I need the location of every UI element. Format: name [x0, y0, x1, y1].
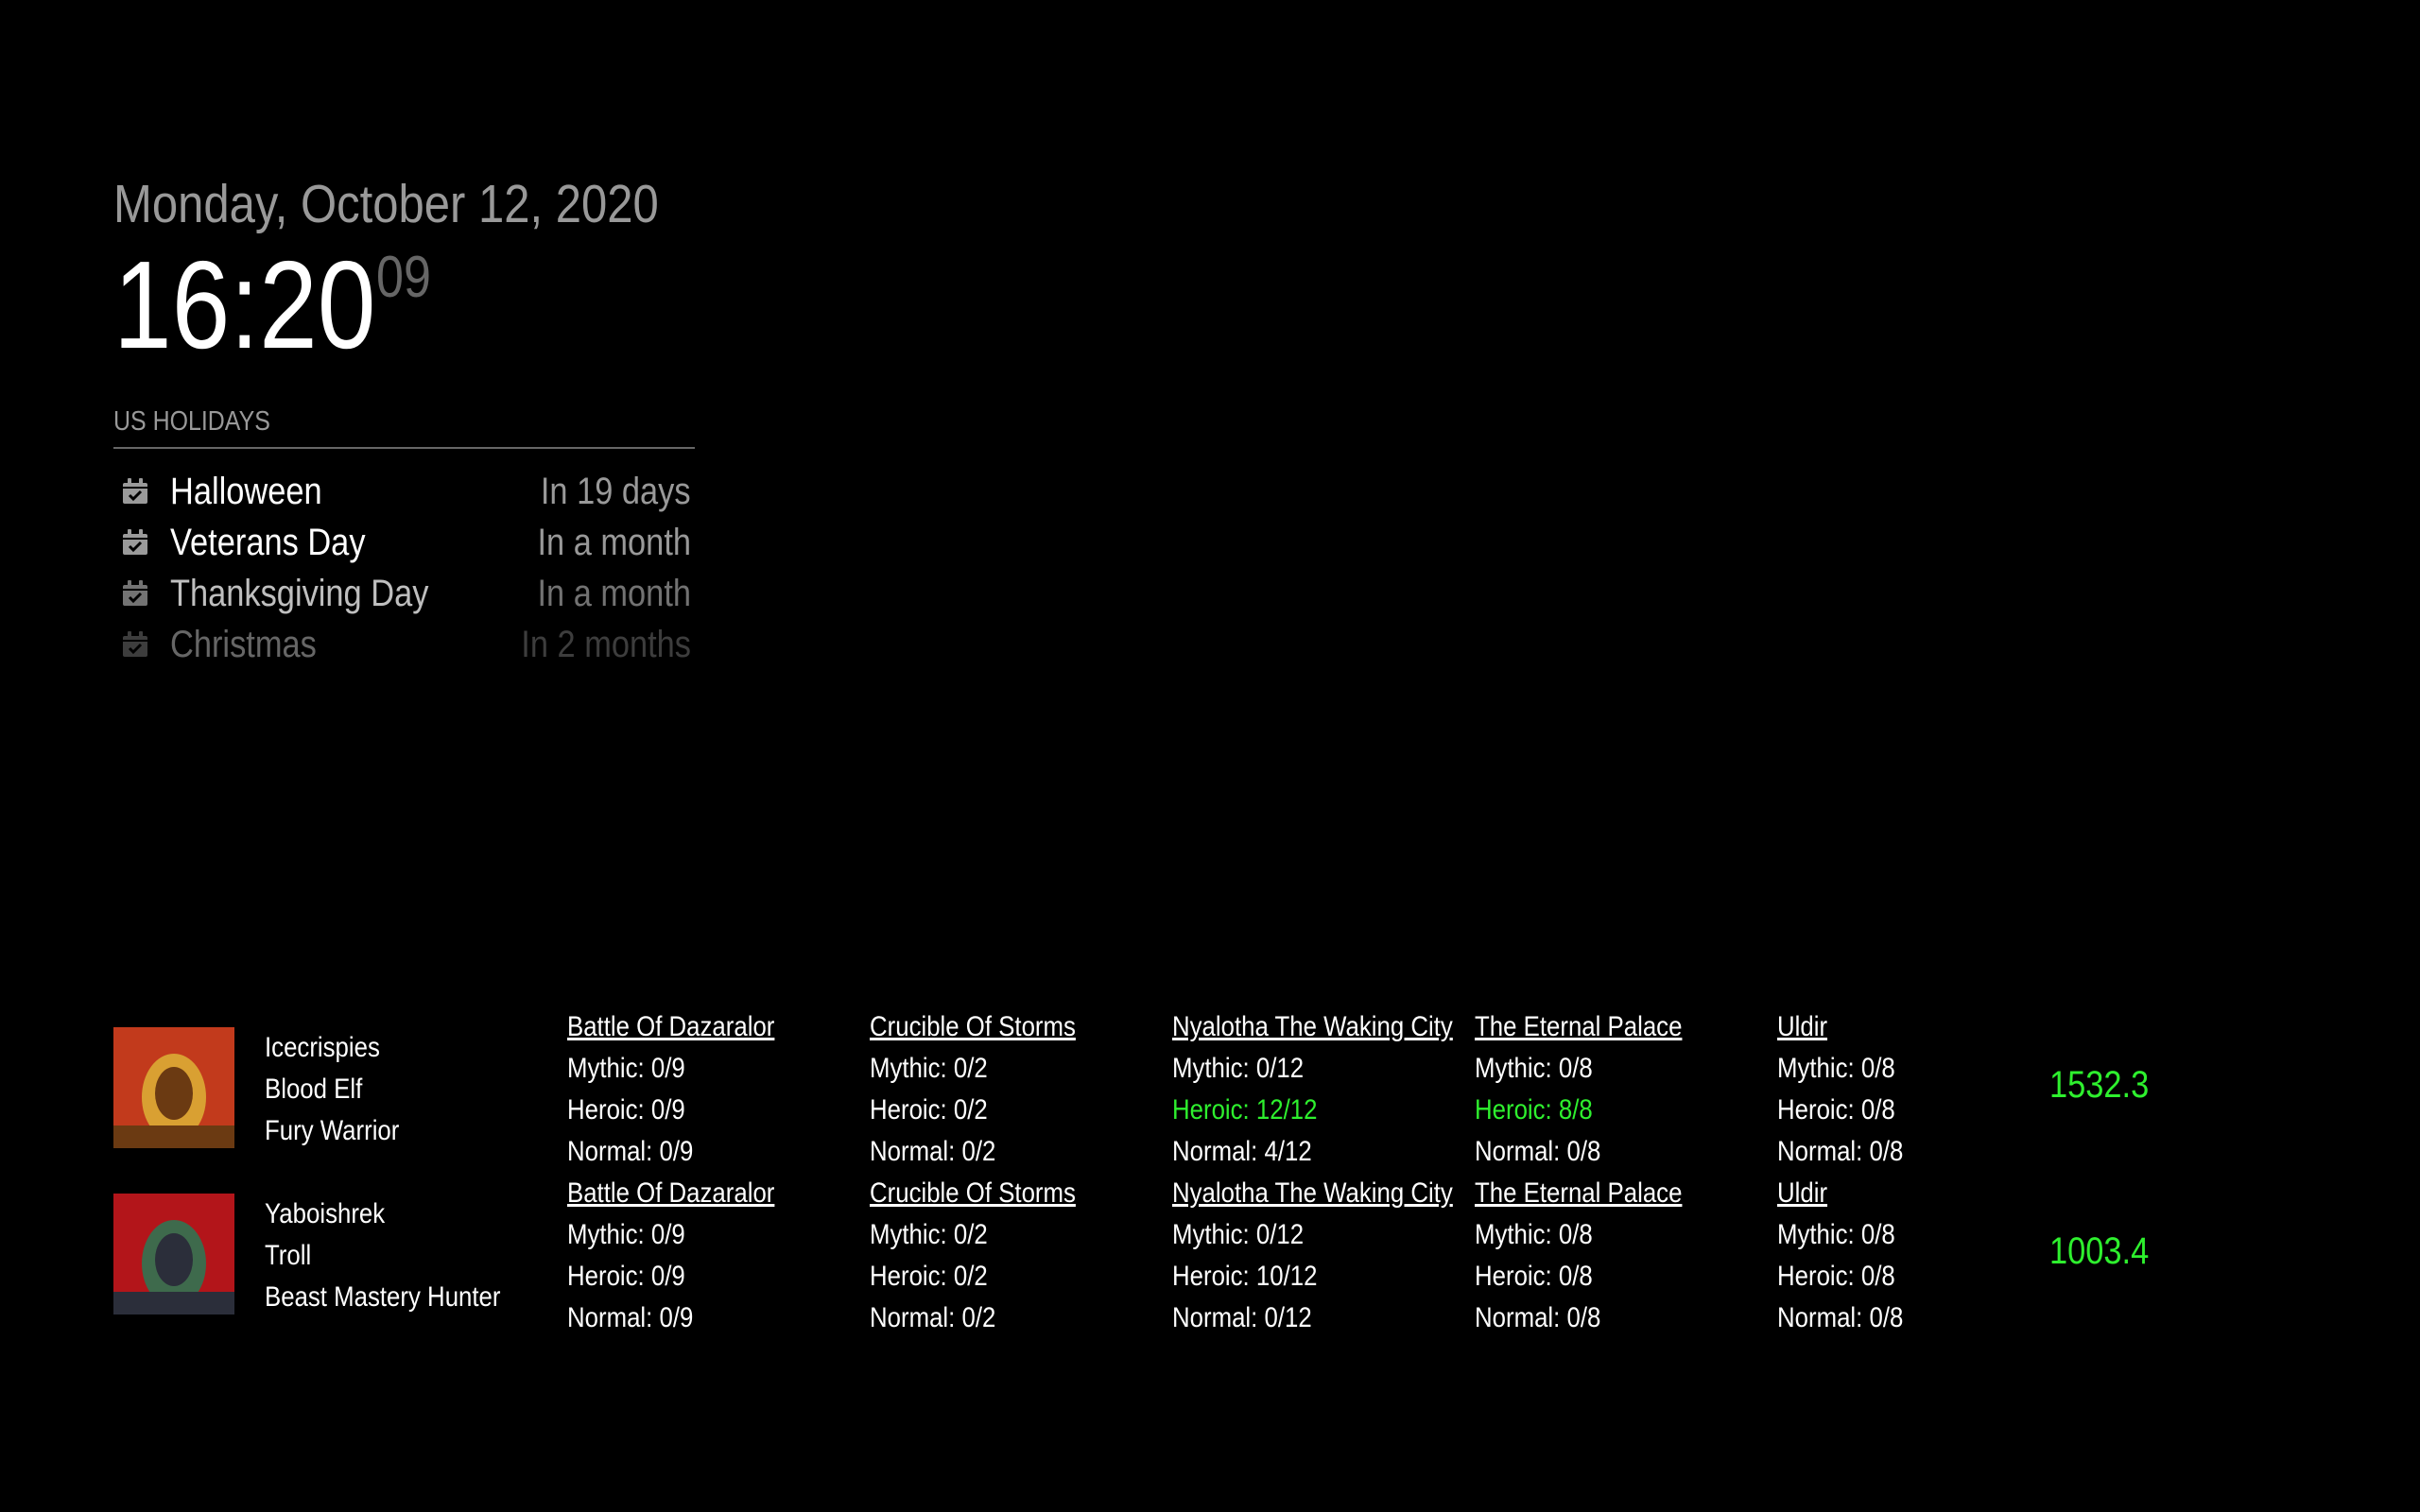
mythic-plus-score: 1003.4	[2049, 1230, 2150, 1272]
holiday-countdown: In a month	[537, 521, 691, 563]
raid-heroic-progress: Heroic: 10/12	[1172, 1261, 1318, 1292]
raid-column: Crucible Of Storms Mythic: 0/2 Heroic: 0/2…	[870, 1173, 1109, 1339]
raid-mythic-progress: Mythic: 0/8	[1475, 1219, 1593, 1250]
raid-heroic-progress: Heroic: 0/9	[567, 1094, 685, 1125]
raid-mythic-progress: Mythic: 0/12	[1172, 1053, 1305, 1084]
character-race: Troll	[265, 1240, 312, 1271]
holiday-title: Thanksgiving Day	[170, 572, 429, 614]
raid-column: The Eternal Palace Mythic: 0/8 Heroic: 8/8…	[1475, 1006, 1716, 1173]
character-avatar	[113, 1027, 234, 1148]
raid-link[interactable]: Uldir	[1777, 1006, 1903, 1048]
raid-heroic-progress: Heroic: 0/8	[1475, 1261, 1593, 1292]
raid-normal-progress: Normal: 0/2	[870, 1136, 996, 1167]
raid-column: Crucible Of Storms Mythic: 0/2 Heroic: 0/2…	[870, 1006, 1109, 1173]
character-row: Yaboishrek Troll Beast Mastery Hunter Battl…	[113, 1173, 2193, 1339]
raid-mythic-progress: Mythic: 0/8	[1475, 1053, 1593, 1084]
holiday-event: Halloween In 19 days	[113, 466, 695, 517]
holiday-event: Thanksgiving Day In a month	[113, 568, 695, 619]
raid-link[interactable]: Nyalotha The Waking City	[1172, 1006, 1453, 1048]
raid-column: Nyalotha The Waking City Mythic: 0/12 Hero…	[1172, 1173, 1498, 1339]
raid-link[interactable]: The Eternal Palace	[1475, 1173, 1682, 1214]
raid-column: The Eternal Palace Mythic: 0/8 Heroic: 0/8…	[1475, 1173, 1716, 1339]
clock-hours-minutes: 16:20	[113, 235, 376, 374]
calendar-header: US HOLIDAYS	[113, 406, 695, 449]
character-race: Blood Elf	[265, 1074, 363, 1105]
holiday-title: Veterans Day	[170, 521, 366, 563]
raid-column: Battle Of Dazaralor Mythic: 0/9 Heroic: 0/…	[567, 1006, 808, 1173]
raid-mythic-progress: Mythic: 0/8	[1777, 1219, 1895, 1250]
character-name: Icecrispies	[265, 1032, 380, 1063]
raid-normal-progress: Normal: 0/9	[567, 1136, 694, 1167]
raid-link[interactable]: Uldir	[1777, 1173, 1903, 1214]
raid-heroic-progress: Heroic: 0/9	[567, 1261, 685, 1292]
raid-normal-progress: Normal: 0/8	[1475, 1302, 1601, 1333]
raid-heroic-progress: Heroic: 0/2	[870, 1094, 988, 1125]
raid-column: Nyalotha The Waking City Mythic: 0/12 Hero…	[1172, 1006, 1498, 1173]
raid-normal-progress: Normal: 0/9	[567, 1302, 694, 1333]
raid-mythic-progress: Mythic: 0/9	[567, 1219, 685, 1250]
character-name: Yaboishrek	[265, 1198, 386, 1229]
calendar-check-icon	[123, 631, 147, 657]
raid-heroic-progress: Heroic: 12/12	[1172, 1094, 1318, 1125]
character-spec: Fury Warrior	[265, 1115, 400, 1146]
clock-time: 16:20 09	[113, 235, 695, 374]
holiday-countdown: In 2 months	[521, 623, 691, 665]
raid-heroic-progress: Heroic: 0/8	[1777, 1094, 1895, 1125]
character-info: Yaboishrek Troll Beast Mastery Hunter	[265, 1194, 539, 1318]
raid-link[interactable]: Crucible Of Storms	[870, 1006, 1076, 1048]
raid-normal-progress: Normal: 0/8	[1777, 1136, 1904, 1167]
clock-date: Monday, October 12, 2020	[113, 174, 659, 234]
character-row: Icecrispies Blood Elf Fury Warrior Battle O…	[113, 1006, 2193, 1173]
character-spec: Beast Mastery Hunter	[265, 1281, 501, 1313]
raid-link[interactable]: Crucible Of Storms	[870, 1173, 1076, 1214]
raid-heroic-progress: Heroic: 0/8	[1777, 1261, 1895, 1292]
raid-normal-progress: Normal: 4/12	[1172, 1136, 1312, 1167]
raid-heroic-progress: Heroic: 0/2	[870, 1261, 988, 1292]
character-info: Icecrispies Blood Elf Fury Warrior	[265, 1027, 422, 1152]
holiday-title: Halloween	[170, 470, 322, 512]
raid-mythic-progress: Mythic: 0/8	[1777, 1053, 1895, 1084]
raid-mythic-progress: Mythic: 0/12	[1172, 1219, 1305, 1250]
holiday-event: Veterans Day In a month	[113, 517, 695, 568]
holiday-list: Halloween In 19 days Veterans Day In a mont…	[113, 466, 695, 670]
raid-mythic-progress: Mythic: 0/2	[870, 1053, 988, 1084]
raid-column: Battle Of Dazaralor Mythic: 0/9 Heroic: 0/…	[567, 1173, 808, 1339]
raid-mythic-progress: Mythic: 0/9	[567, 1053, 685, 1084]
raid-progress-module: Icecrispies Blood Elf Fury Warrior Battle O…	[113, 1006, 2193, 1339]
character-avatar	[113, 1194, 234, 1314]
holiday-event: Christmas In 2 months	[113, 619, 695, 670]
raid-link[interactable]: The Eternal Palace	[1475, 1006, 1682, 1048]
raid-link[interactable]: Battle Of Dazaralor	[567, 1006, 774, 1048]
raid-mythic-progress: Mythic: 0/2	[870, 1219, 988, 1250]
raid-link[interactable]: Battle Of Dazaralor	[567, 1173, 774, 1214]
raid-heroic-progress: Heroic: 8/8	[1475, 1094, 1593, 1125]
calendar-check-icon	[123, 478, 147, 504]
raid-column: Uldir Mythic: 0/8 Heroic: 0/8 Normal: 0/8	[1777, 1006, 1924, 1173]
clock-module: Monday, October 12, 2020 16:20 09	[113, 168, 695, 374]
calendar-check-icon	[123, 580, 147, 606]
raid-column: Uldir Mythic: 0/8 Heroic: 0/8 Normal: 0/8	[1777, 1173, 1924, 1339]
holiday-countdown: In a month	[537, 572, 691, 614]
mythic-plus-score: 1532.3	[2049, 1064, 2150, 1106]
holidays-calendar-module: US HOLIDAYS Halloween In 19 days Veterans …	[113, 406, 695, 670]
raid-normal-progress: Normal: 0/12	[1172, 1302, 1312, 1333]
raid-normal-progress: Normal: 0/8	[1777, 1302, 1904, 1333]
raid-normal-progress: Normal: 0/2	[870, 1302, 996, 1333]
holiday-title: Christmas	[170, 623, 317, 665]
raid-normal-progress: Normal: 0/8	[1475, 1136, 1601, 1167]
holiday-countdown: In 19 days	[541, 470, 691, 512]
clock-seconds: 09	[376, 245, 431, 310]
calendar-check-icon	[123, 529, 147, 555]
raid-link[interactable]: Nyalotha The Waking City	[1172, 1173, 1453, 1214]
